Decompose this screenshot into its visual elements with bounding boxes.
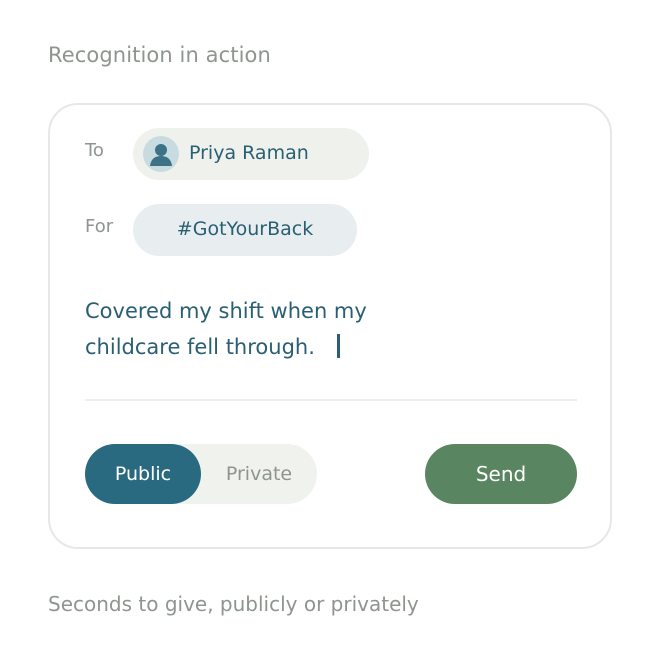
recipient-chip[interactable]: Priya Raman — [133, 128, 369, 180]
for-label: For — [85, 216, 114, 237]
text-caret — [336, 334, 340, 358]
tag-text: #GotYourBack — [176, 218, 314, 240]
recognition-card: To Priya Raman For #GotYourBack Covered … — [48, 103, 612, 549]
section-heading: Recognition in action — [48, 43, 271, 67]
person-icon — [143, 136, 179, 172]
message-line: Covered my shift when my — [85, 299, 367, 323]
to-label: To — [85, 140, 104, 161]
private-option[interactable]: Private — [201, 444, 317, 504]
tag-chip[interactable]: #GotYourBack — [133, 204, 357, 256]
message-line-text: childcare fell through. — [85, 335, 315, 359]
visibility-toggle: Public Private — [85, 444, 317, 504]
recipient-name: Priya Raman — [189, 142, 309, 164]
page: Recognition in action To Priya Raman For… — [0, 0, 660, 660]
message-line: childcare fell through. — [85, 329, 565, 365]
send-button[interactable]: Send — [425, 444, 577, 504]
footer-caption: Seconds to give, publicly or privately — [48, 592, 419, 616]
public-option[interactable]: Public — [85, 444, 201, 504]
message-input[interactable]: Covered my shift when my childcare fell … — [85, 293, 565, 365]
divider — [85, 399, 577, 401]
